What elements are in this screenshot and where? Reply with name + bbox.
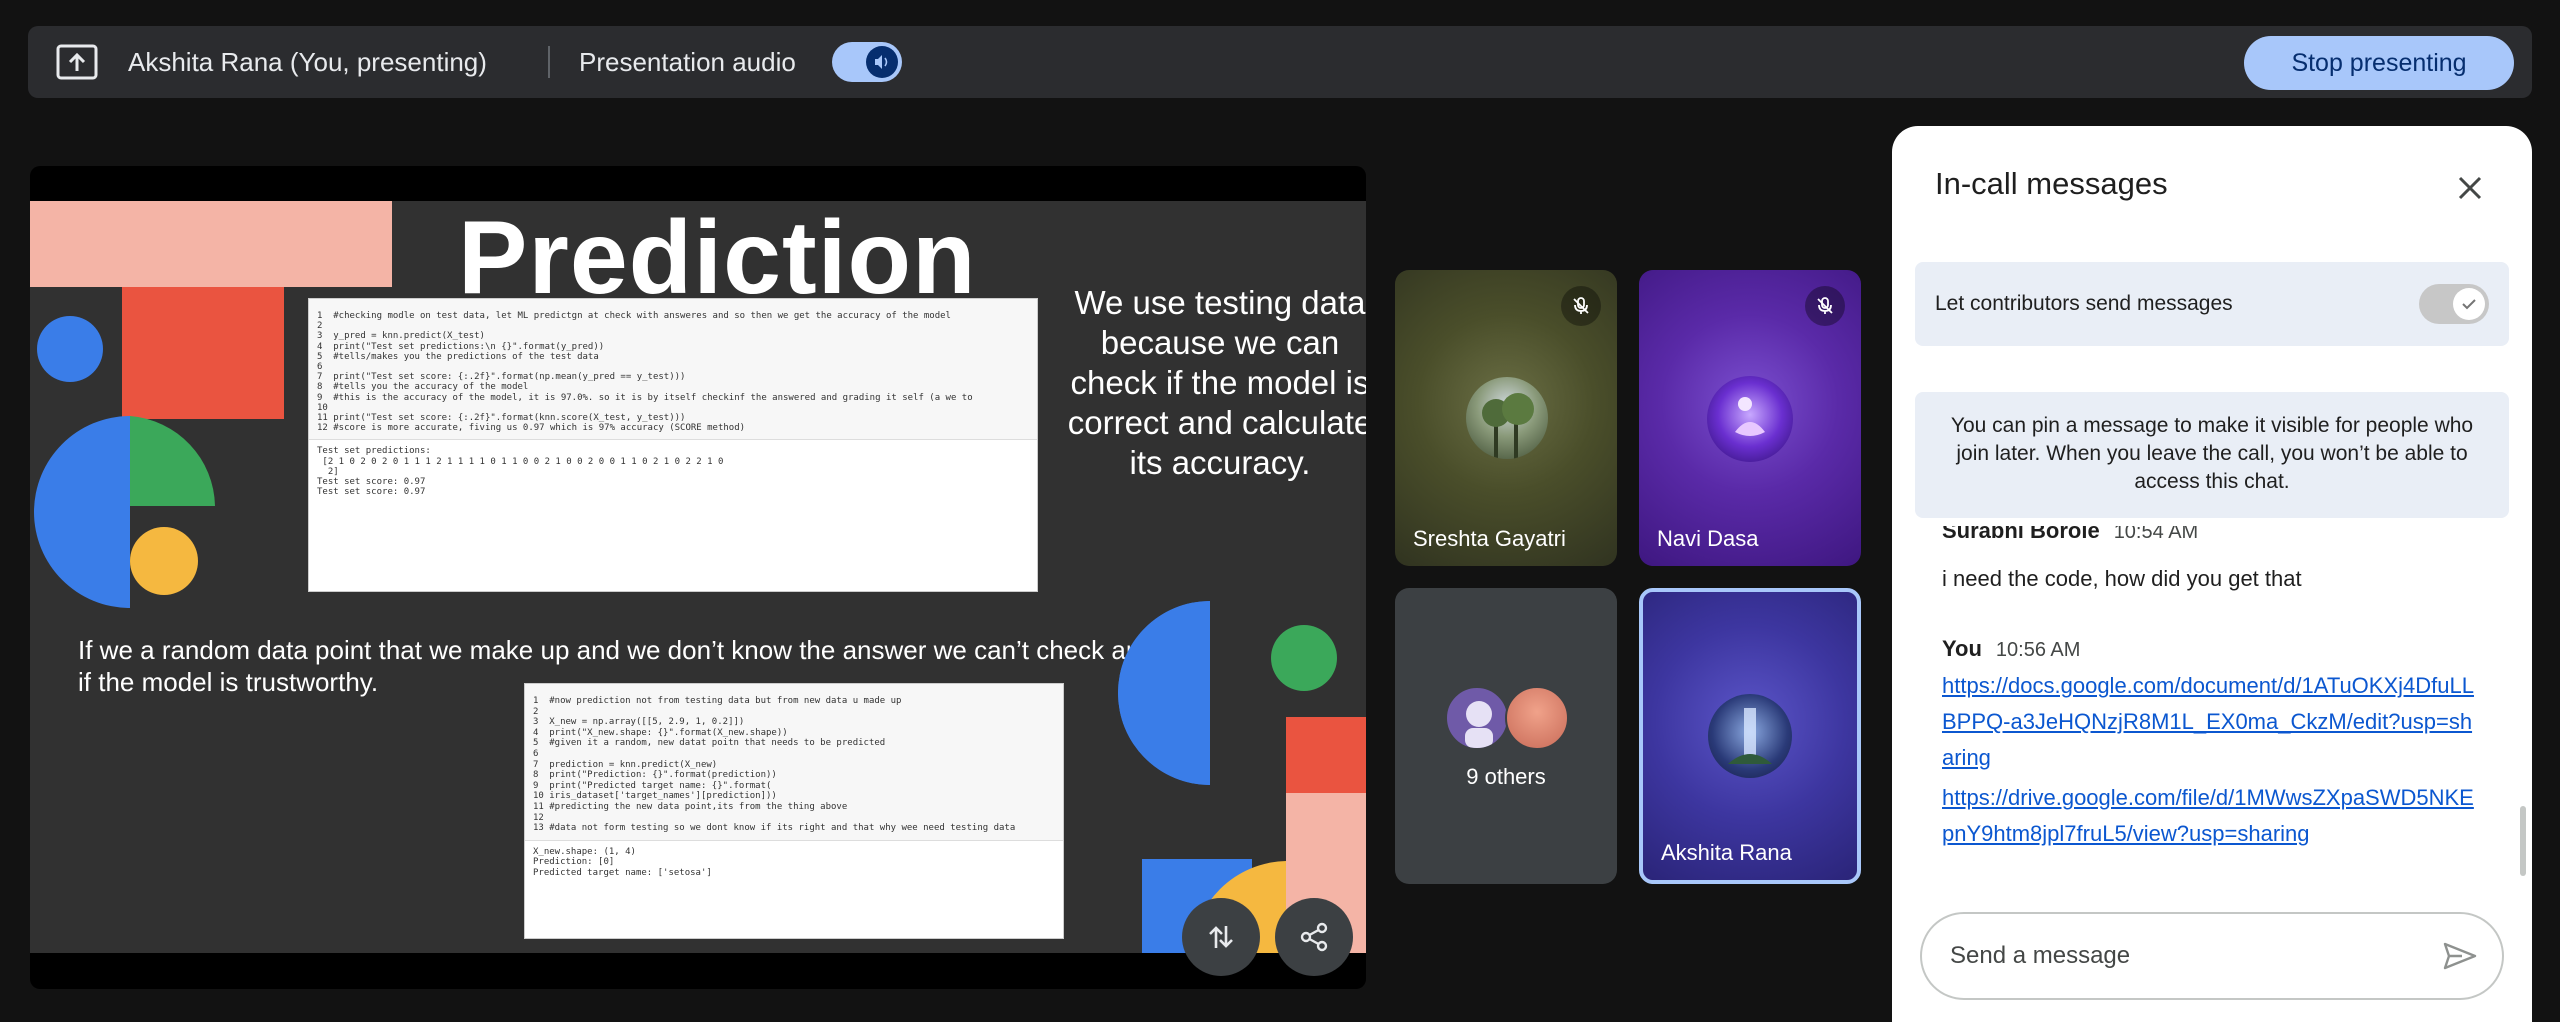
swap-layout-button[interactable] xyxy=(1182,898,1260,976)
avatar xyxy=(1466,377,1548,459)
scrollbar[interactable] xyxy=(2520,806,2526,876)
code-output: Test set predictions: [2 1 0 2 0 2 0 1 1… xyxy=(317,446,724,498)
message-link[interactable]: https://docs.google.com/document/d/1ATuO… xyxy=(1942,668,2482,776)
participant-tile-navi[interactable]: Navi Dasa xyxy=(1639,270,1861,566)
panel-title: In-call messages xyxy=(1935,166,2168,201)
code-output: X_new.shape: (1, 4) Prediction: [0] Pred… xyxy=(533,846,712,878)
participant-tile-sreshta[interactable]: Sreshta Gayatri xyxy=(1395,270,1617,566)
participant-name: Akshita Rana xyxy=(1661,840,1792,865)
code-screenshot-prediction: 1 #now prediction not from testing data … xyxy=(524,683,1064,939)
permission-label: Let contributors send messages xyxy=(1935,292,2233,315)
share-icon xyxy=(1300,922,1328,952)
others-count-label: 9 others xyxy=(1466,764,1546,789)
send-button[interactable] xyxy=(2440,936,2480,976)
mic-off-icon xyxy=(1805,286,1845,326)
avatar xyxy=(1445,686,1509,750)
participant-tile-self[interactable]: Akshita Rana xyxy=(1639,588,1861,884)
presentation-stage: Prediction 1 #checking modle on test dat… xyxy=(30,166,1366,989)
code-block: 1 #checking modle on test data, let ML p… xyxy=(309,299,1037,441)
present-screen-icon xyxy=(56,44,98,80)
close-icon[interactable] xyxy=(2452,170,2488,206)
slide: Prediction 1 #checking modle on test dat… xyxy=(30,201,1366,953)
check-icon xyxy=(2453,288,2485,320)
message-composer xyxy=(1920,912,2504,1000)
pin-info-notice: You can pin a message to make it visible… xyxy=(1915,392,2509,518)
swap-arrows-icon xyxy=(1209,926,1233,948)
code-screenshot-test: 1 #checking modle on test data, let ML p… xyxy=(308,298,1038,592)
message-sender: Surabhi Borole 10:54 AM xyxy=(1942,526,2199,543)
participant-name: Navi Dasa xyxy=(1657,526,1759,551)
speaker-icon xyxy=(866,46,898,78)
code-block: 1 #now prediction not from testing data … xyxy=(525,684,1063,841)
message-text: i need the code, how did you get that xyxy=(1942,566,2302,591)
stop-presenting-button[interactable]: Stop presenting xyxy=(2244,36,2514,90)
contributor-permission-row: Let contributors send messages xyxy=(1915,262,2509,346)
share-button[interactable] xyxy=(1275,898,1353,976)
presentation-audio-toggle[interactable] xyxy=(832,42,902,82)
presenter-label: Akshita Rana (You, presenting) xyxy=(128,47,487,77)
send-message-input[interactable] xyxy=(1950,914,2420,998)
avatar xyxy=(1707,376,1793,462)
avatar xyxy=(1708,694,1792,778)
presenting-bar: Akshita Rana (You, presenting) Presentat… xyxy=(28,26,2532,98)
slide-side-text: We use testing data because we can check… xyxy=(1067,284,1366,481)
participant-tile-others[interactable]: 9 others xyxy=(1395,588,1617,884)
permission-toggle[interactable] xyxy=(2419,284,2489,324)
in-call-messages-panel: In-call messages Let contributors send m… xyxy=(1892,126,2532,1022)
participant-name: Sreshta Gayatri xyxy=(1413,526,1566,551)
mic-off-icon xyxy=(1561,286,1601,326)
message-sender: You 10:56 AM xyxy=(1942,636,2081,661)
divider xyxy=(548,46,550,78)
avatar xyxy=(1505,686,1569,750)
message-link[interactable]: https://drive.google.com/file/d/1MWwsZXp… xyxy=(1942,780,2482,852)
presentation-audio-label: Presentation audio xyxy=(579,47,796,77)
send-icon xyxy=(2443,942,2477,970)
